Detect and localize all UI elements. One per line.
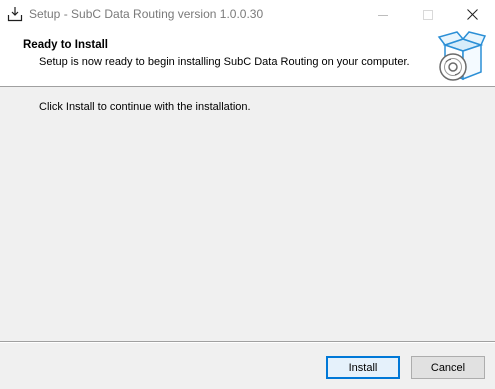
maximize-button[interactable]	[405, 0, 450, 29]
maximize-icon	[422, 9, 433, 20]
install-instruction: Click Install to continue with the insta…	[39, 101, 251, 113]
install-button[interactable]: Install	[326, 356, 400, 379]
wizard-header: Ready to Install Setup is now ready to b…	[0, 29, 495, 87]
close-icon	[467, 9, 478, 20]
cancel-button[interactable]: Cancel	[411, 356, 485, 379]
minimize-icon	[377, 14, 388, 16]
page-subtitle: Setup is now ready to begin installing S…	[39, 56, 410, 68]
title-bar[interactable]: Setup - SubC Data Routing version 1.0.0.…	[0, 0, 495, 29]
window-title: Setup - SubC Data Routing version 1.0.0.…	[29, 7, 264, 21]
page-title: Ready to Install	[23, 39, 108, 51]
setup-app-icon	[7, 7, 23, 22]
install-box-cd-icon	[437, 31, 487, 81]
minimize-button[interactable]	[360, 0, 405, 29]
setup-window: Setup - SubC Data Routing version 1.0.0.…	[0, 0, 495, 389]
close-button[interactable]	[450, 0, 495, 29]
footer-divider	[0, 341, 495, 343]
